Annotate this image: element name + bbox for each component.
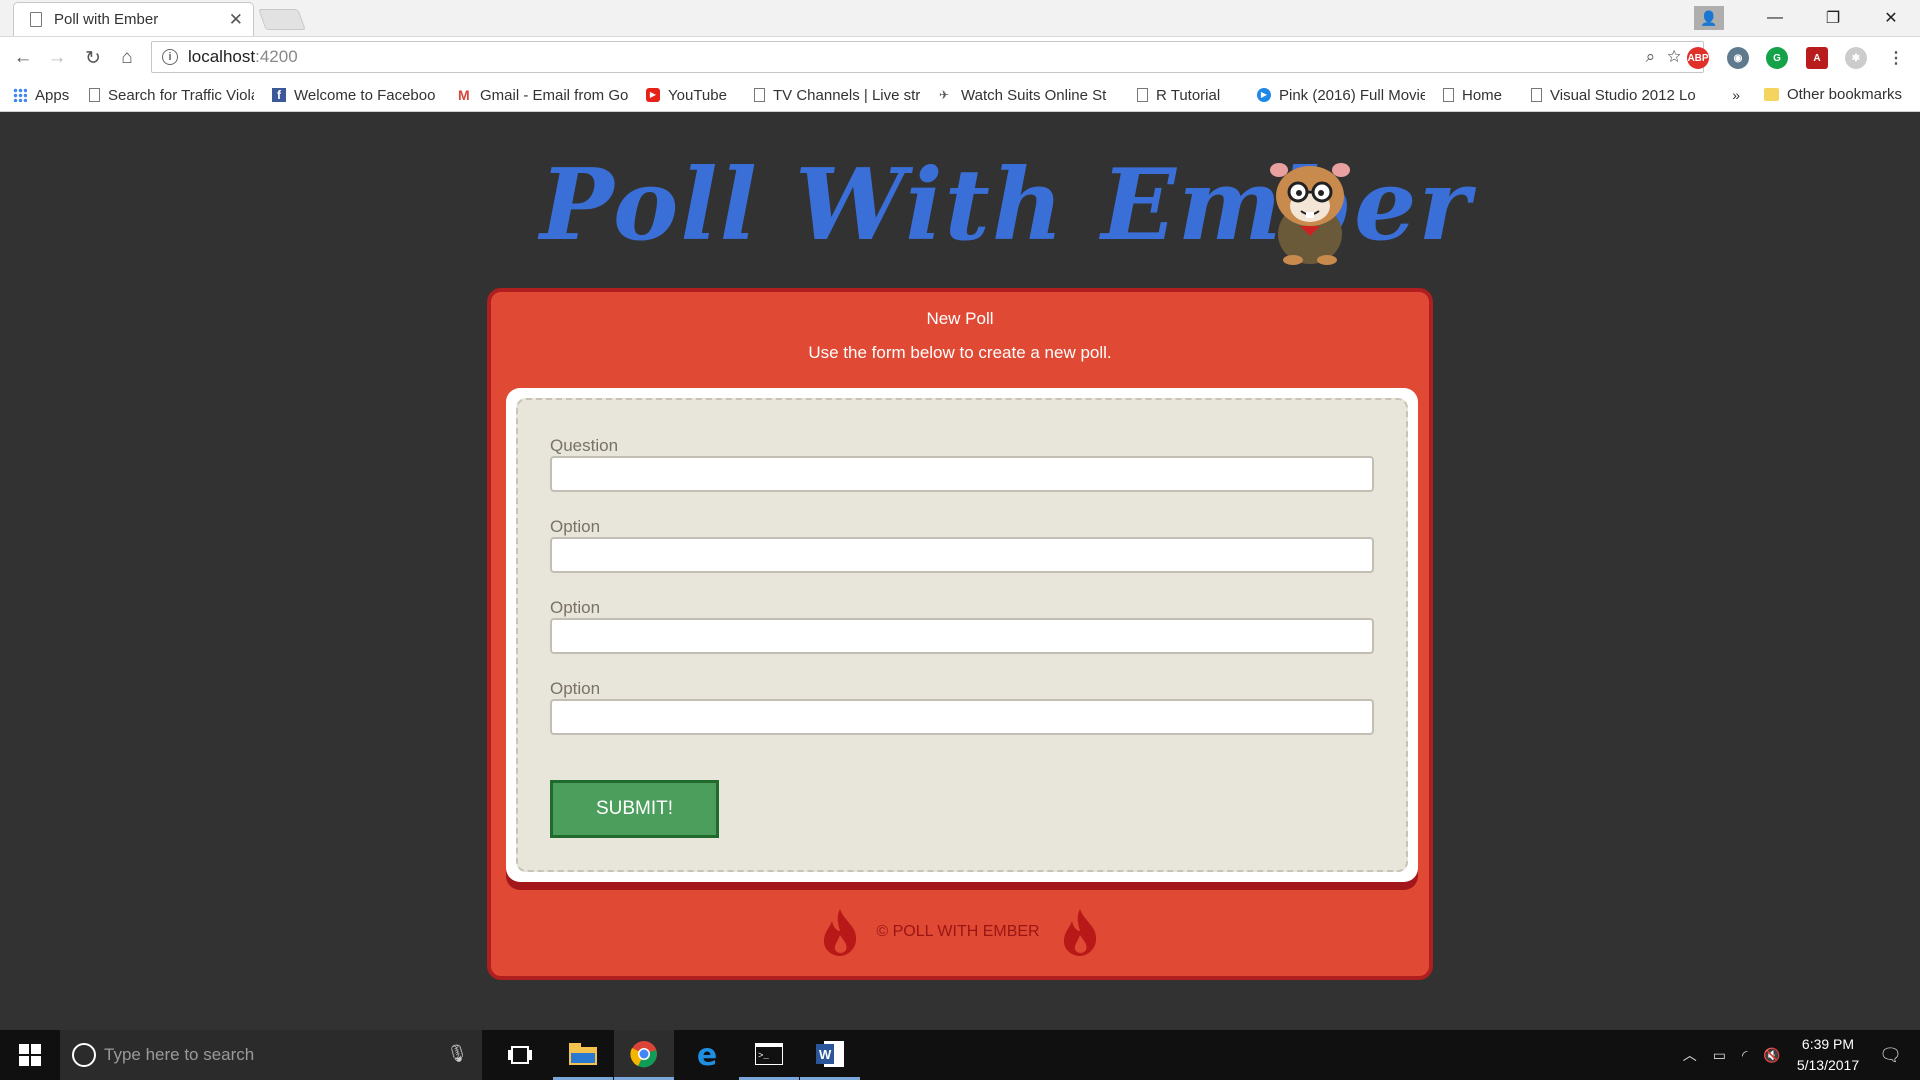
new-poll-card: New Poll Use the form below to create a … bbox=[487, 288, 1433, 980]
card-title: New Poll bbox=[926, 309, 994, 328]
ember-flame-icon bbox=[1063, 909, 1096, 956]
task-view-icon[interactable] bbox=[490, 1030, 550, 1080]
bookmark-r-tutorial[interactable]: R Tutorial bbox=[1137, 87, 1239, 104]
url-host: localhost bbox=[188, 47, 256, 66]
bookmark-tv-channels[interactable]: TV Channels | Live str bbox=[754, 87, 921, 104]
terminal-icon[interactable]: >_ bbox=[739, 1030, 799, 1080]
new-tab-button[interactable] bbox=[258, 9, 306, 30]
page-icon bbox=[1137, 88, 1148, 102]
page-icon bbox=[1531, 88, 1542, 102]
close-window-button[interactable]: ✕ bbox=[1862, 8, 1920, 28]
adblock-icon[interactable]: ABP bbox=[1687, 47, 1709, 69]
footer-copyright: © POLL WITH EMBER bbox=[876, 923, 1040, 940]
page-icon bbox=[754, 88, 765, 102]
system-tray: ︿ ▭ ◜ 🔇 6:39 PM 5/13/2017 🗨 bbox=[1683, 1030, 1920, 1080]
battery-icon[interactable]: ▭ bbox=[1713, 1047, 1726, 1064]
question-label: Question bbox=[550, 436, 619, 455]
other-bookmarks[interactable]: Other bookmarks bbox=[1763, 86, 1902, 103]
clock-date: 5/13/2017 bbox=[1796, 1057, 1860, 1073]
bookmark-youtube[interactable]: ▶ YouTube bbox=[646, 87, 736, 104]
file-explorer-icon[interactable] bbox=[553, 1030, 613, 1080]
svg-text:W: W bbox=[819, 1047, 832, 1062]
browser-toolbar: ← → ↻ ⌂ i localhost:4200 ⌕☆ ABP ◉ G A ✱ … bbox=[0, 37, 1920, 79]
bookmark-apps[interactable]: Apps bbox=[13, 87, 71, 104]
close-tab-icon[interactable]: ✕ bbox=[229, 10, 243, 30]
page-icon bbox=[30, 12, 42, 27]
bookmark-visual-studio[interactable]: Visual Studio 2012 Lo bbox=[1531, 87, 1696, 104]
folder-icon bbox=[1763, 88, 1779, 101]
acrobat-icon[interactable]: A bbox=[1806, 47, 1828, 69]
option-2-label: Option bbox=[550, 598, 601, 617]
tab-poll-with-ember[interactable]: Poll with Ember ✕ bbox=[13, 2, 254, 36]
bookmarks-bar: Apps Search for Traffic Viola f Welcome t… bbox=[0, 79, 1920, 112]
svg-text:>_: >_ bbox=[758, 1051, 769, 1061]
user-profile-icon[interactable]: 👤 bbox=[1694, 6, 1724, 30]
apps-grid-icon bbox=[13, 88, 27, 102]
reload-icon[interactable]: ↻ bbox=[80, 45, 106, 71]
ember-flame-icon bbox=[824, 909, 857, 956]
window-controls: 👤 — ❐ ✕ bbox=[1694, 0, 1920, 36]
volume-muted-icon[interactable]: 🔇 bbox=[1763, 1047, 1780, 1064]
windows-start-button[interactable] bbox=[0, 1030, 60, 1080]
grammarly-icon[interactable]: G bbox=[1766, 47, 1788, 69]
menu-dots-icon[interactable]: ⋮ bbox=[1885, 47, 1907, 69]
bookmark-facebook[interactable]: f Welcome to Faceboo bbox=[272, 87, 440, 104]
tab-title: Poll with Ember bbox=[54, 11, 159, 28]
windows-logo-icon bbox=[19, 1044, 41, 1066]
edge-browser-icon[interactable]: e bbox=[677, 1030, 737, 1080]
chevron-up-icon[interactable]: ︿ bbox=[1683, 1045, 1697, 1065]
restore-button[interactable]: ❐ bbox=[1804, 8, 1862, 28]
back-arrow-icon[interactable]: ← bbox=[10, 45, 36, 71]
eye-extension-icon[interactable]: ◉ bbox=[1727, 47, 1749, 69]
youtube-icon: ▶ bbox=[646, 88, 660, 102]
bookmark-gmail[interactable]: M Gmail - Email from Go bbox=[458, 87, 628, 104]
option-1-input[interactable] bbox=[550, 537, 1374, 573]
bookmark-traffic[interactable]: Search for Traffic Viola bbox=[89, 87, 254, 104]
forward-arrow-icon[interactable]: → bbox=[44, 45, 70, 71]
address-bar[interactable]: i localhost:4200 ⌕☆ bbox=[151, 41, 1704, 73]
facebook-icon: f bbox=[272, 88, 286, 102]
chrome-icon[interactable] bbox=[614, 1030, 674, 1080]
site-header: Poll With Ember bbox=[530, 148, 1470, 268]
zoom-icon[interactable]: ⌕ bbox=[1646, 47, 1668, 66]
browser-tabstrip: Poll with Ember ✕ 👤 — ❐ ✕ bbox=[0, 0, 1920, 37]
poll-form-inner: Question Option Option Option SUBMIT! bbox=[516, 398, 1408, 872]
search-placeholder: Type here to search bbox=[104, 1045, 255, 1064]
bookmarks-overflow-icon[interactable]: » bbox=[1732, 87, 1740, 103]
word-icon[interactable]: W bbox=[800, 1030, 860, 1080]
microphone-icon[interactable]: 🎙 bbox=[446, 1044, 468, 1064]
taskbar-search[interactable]: Type here to search 🎙 bbox=[60, 1030, 482, 1080]
gmail-icon: M bbox=[458, 87, 470, 103]
windows-taskbar: Type here to search 🎙 e >_ W ︿ ▭ ◜ 🔇 6:3… bbox=[0, 1030, 1920, 1080]
bookmark-home[interactable]: Home bbox=[1443, 87, 1513, 104]
question-input[interactable] bbox=[550, 456, 1374, 492]
pink-icon: ▶ bbox=[1257, 88, 1271, 102]
option-2-input[interactable] bbox=[550, 618, 1374, 654]
minimize-button[interactable]: — bbox=[1746, 9, 1804, 27]
cortana-icon bbox=[72, 1043, 96, 1067]
submit-button[interactable]: SUBMIT! bbox=[550, 780, 719, 838]
option-3-label: Option bbox=[550, 679, 601, 698]
action-center-icon[interactable]: 🗨 bbox=[1879, 1045, 1902, 1066]
extension-icon[interactable]: ✱ bbox=[1845, 47, 1867, 69]
clock-time: 6:39 PM bbox=[1801, 1036, 1855, 1052]
bookmark-suits[interactable]: ✈ Watch Suits Online St bbox=[939, 87, 1119, 104]
tomster-mascot-icon bbox=[1270, 163, 1350, 265]
suits-icon: ✈ bbox=[939, 88, 950, 102]
option-1-label: Option bbox=[550, 517, 601, 536]
home-icon[interactable]: ⌂ bbox=[114, 45, 140, 71]
bookmark-pink[interactable]: ▶ Pink (2016) Full Movie bbox=[1257, 87, 1425, 104]
page-icon bbox=[1443, 88, 1454, 102]
wifi-icon[interactable]: ◜ bbox=[1742, 1047, 1747, 1064]
url-port: :4200 bbox=[255, 47, 298, 66]
option-3-input[interactable] bbox=[550, 699, 1374, 735]
card-subtitle: Use the form below to create a new poll. bbox=[808, 343, 1112, 362]
poll-form: Question Option Option Option SUBMIT! bbox=[506, 388, 1418, 882]
info-icon[interactable]: i bbox=[162, 49, 178, 65]
page-icon bbox=[89, 88, 100, 102]
system-clock[interactable]: 6:39 PM 5/13/2017 bbox=[1797, 1034, 1859, 1076]
card-footer: © POLL WITH EMBER bbox=[491, 904, 1429, 960]
